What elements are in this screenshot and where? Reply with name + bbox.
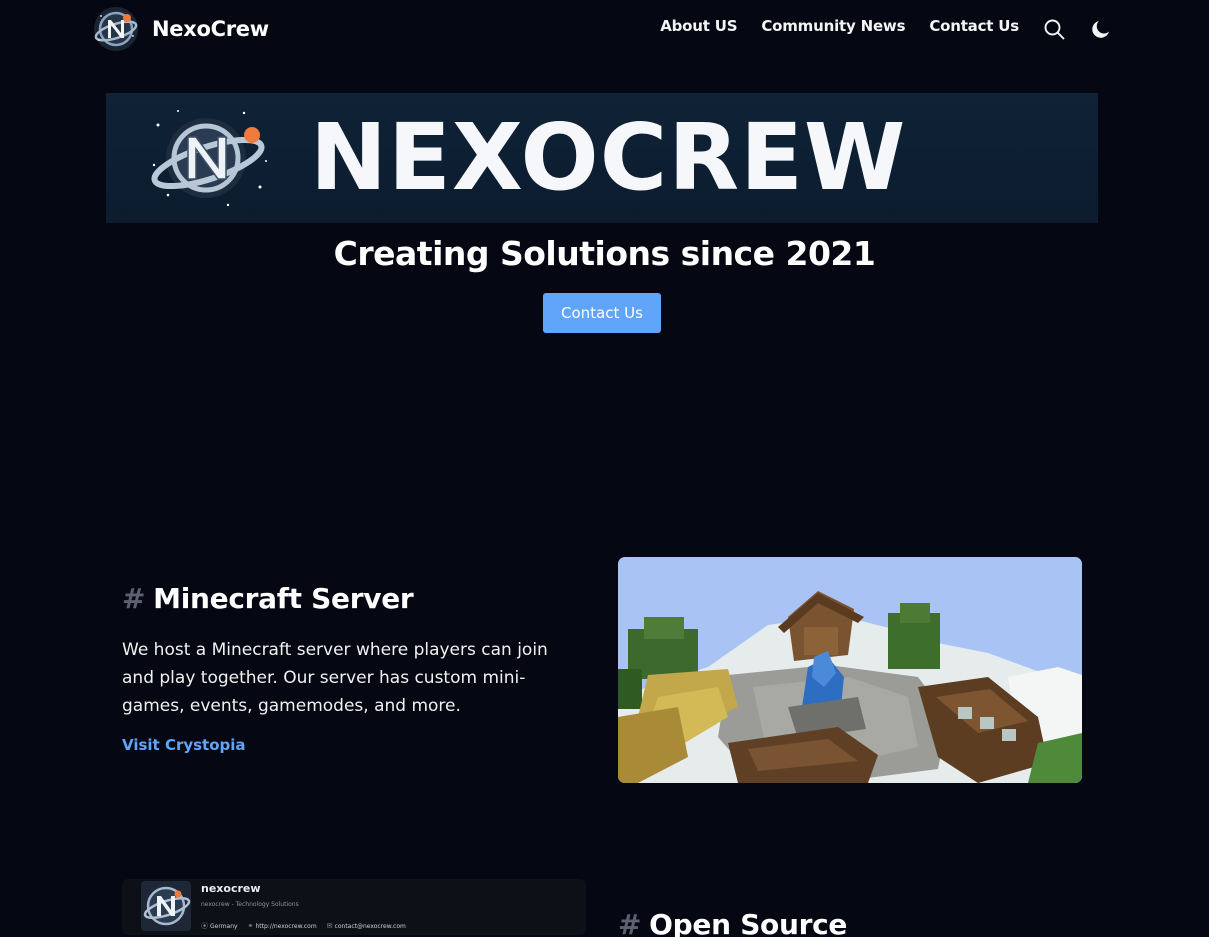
minecraft-description: We host a Minecraft server where players… <box>122 640 548 716</box>
hash-mark: # <box>618 908 642 937</box>
minecraft-village-image <box>618 557 1082 783</box>
minecraft-section-title: # Minecraft Server <box>122 582 414 615</box>
github-avatar <box>141 881 191 931</box>
github-org-name: nexocrew <box>201 882 261 895</box>
visit-crystopia-link[interactable]: Visit Crystopia <box>122 736 246 754</box>
search-icon[interactable] <box>1042 17 1066 41</box>
github-location-text: Germany <box>210 922 238 930</box>
nexocrew-avatar-icon <box>141 881 191 931</box>
github-location: ⦿ Germany <box>201 921 238 931</box>
nav-link-contact-us[interactable]: Contact Us <box>929 17 1019 35</box>
navbar: NexoCrew About US Community News Contact… <box>0 0 1209 58</box>
banner-wordmark: NEXOCREW <box>310 104 907 211</box>
minecraft-title-text: Minecraft Server <box>153 582 414 615</box>
open-source-title-text: Open Source <box>649 908 848 937</box>
github-email[interactable]: ✉ contact@nexocrew.com <box>327 921 406 931</box>
nav-links: About US Community News Contact Us <box>636 17 1019 35</box>
moon-icon[interactable] <box>1089 17 1113 41</box>
github-website[interactable]: ⚭ http://nexocrew.com <box>248 921 317 931</box>
github-website-text: http://nexocrew.com <box>255 922 317 930</box>
hero-title: Creating Solutions since 2021 <box>333 234 876 273</box>
github-org-card[interactable]: nexocrew nexocrew - Technology Solutions… <box>122 879 586 935</box>
link-icon: ⚭ <box>247 922 254 930</box>
hash-mark: # <box>122 582 146 615</box>
brand-name: NexoCrew <box>152 17 269 41</box>
github-org-meta: ⦿ Germany ⚭ http://nexocrew.com ✉ contact@n… <box>201 921 416 931</box>
github-email-text: contact@nexocrew.com <box>334 922 406 930</box>
open-source-section-title: # Open Source <box>618 908 847 937</box>
nexocrew-banner-logo-icon <box>151 110 267 207</box>
nav-link-community-news[interactable]: Community News <box>761 17 905 35</box>
location-pin-icon: ⦿ <box>201 922 208 930</box>
contact-us-button[interactable]: Contact Us <box>543 293 661 333</box>
nexocrew-logo-icon <box>94 7 138 51</box>
brand-home-link[interactable]: NexoCrew <box>93 6 269 52</box>
page: NexoCrew About US Community News Contact… <box>0 0 1209 937</box>
hero-banner: NEXOCREW <box>106 93 1098 223</box>
nav-link-about-us[interactable]: About US <box>660 17 737 35</box>
github-org-description: nexocrew - Technology Solutions <box>201 901 299 908</box>
mail-icon: ✉ <box>326 922 333 930</box>
